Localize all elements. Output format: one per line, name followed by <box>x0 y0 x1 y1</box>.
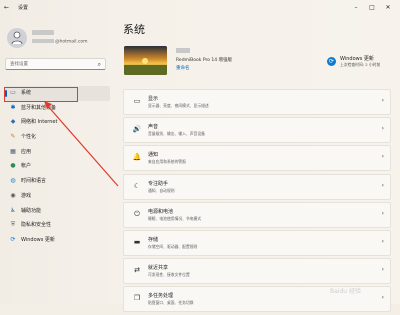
update-icon: ⟳ <box>327 57 336 66</box>
sidebar-item-time-language[interactable]: ◍ 时间和语言 <box>5 174 110 189</box>
windows-update-title[interactable]: Windows 更新 <box>340 55 374 62</box>
sidebar-item-label: 帐户 <box>21 163 32 170</box>
sidebar-item-apps[interactable]: ▦ 应用 <box>5 145 110 160</box>
window-title: 设置 <box>18 5 29 11</box>
back-button[interactable]: ← <box>4 0 9 16</box>
card-notifications[interactable]: 🔔 通知 来自应用和系统的警报 › <box>123 145 391 172</box>
chevron-right-icon: › <box>381 266 384 274</box>
brush-icon: ✎ <box>10 133 16 141</box>
card-display[interactable]: ▭ 显示 显示器、亮度、夜间模式、显示描述 › <box>123 89 391 115</box>
storage-icon: ▬ <box>133 237 141 246</box>
globe-icon: ◍ <box>10 177 16 185</box>
sidebar-item-gaming[interactable]: ◉ 游戏 <box>5 189 110 204</box>
sidebar-item-label: 应用 <box>21 148 32 155</box>
shield-icon: ⛨ <box>10 221 16 229</box>
chevron-right-icon: › <box>381 97 384 104</box>
search-input[interactable]: 查找设置 ⌕ <box>5 58 106 70</box>
user-icon <box>11 31 23 45</box>
gamepad-icon: ◉ <box>10 191 16 199</box>
device-wallpaper-thumbnail <box>124 46 167 75</box>
minimize-button[interactable]: – <box>348 0 364 16</box>
sidebar-item-personalization[interactable]: ✎ 个性化 <box>5 130 110 145</box>
card-title: 就近共享 <box>148 265 169 272</box>
share-icon: ⇄ <box>134 266 140 275</box>
card-title: 多任务处理 <box>148 293 174 300</box>
annotation-highlight-box <box>4 87 78 102</box>
sidebar-nav: ▭ 系统 ✱ 蓝牙和其他设备 ◆ 网络和 Internet ✎ 个性化 ▦ 应用… <box>5 86 110 248</box>
email-suffix: @hotmail.com <box>55 39 88 45</box>
email-redaction <box>32 39 54 43</box>
card-title: 专注助手 <box>148 180 169 187</box>
chevron-right-icon: › <box>381 237 384 245</box>
card-title: 显示 <box>148 96 159 102</box>
chevron-right-icon: › <box>381 209 384 217</box>
profile-email: @hotmail.com <box>32 39 88 45</box>
chevron-right-icon: › <box>381 181 384 189</box>
card-nearby-sharing[interactable]: ⇄ 就近共享 可发现性、接收文件位置 › <box>123 258 391 285</box>
card-subtitle: 通知、自动规则 <box>148 187 175 193</box>
sidebar-item-privacy[interactable]: ⛨ 隐私和安全性 <box>5 218 110 233</box>
rename-link[interactable]: 重命名 <box>176 65 190 71</box>
card-title: 通知 <box>148 152 159 159</box>
chevron-right-icon: › <box>381 294 384 302</box>
card-power-battery[interactable]: ⏻ 电源和电池 睡眠、电池使用情况、节电模式 › <box>123 201 391 228</box>
avatar[interactable] <box>7 28 27 48</box>
card-subtitle: 显示器、亮度、夜间模式、显示描述 <box>148 103 209 108</box>
account-icon: ● <box>10 162 16 170</box>
maximize-button[interactable]: □ <box>364 0 380 16</box>
sidebar-item-label: 辅助功能 <box>21 207 42 214</box>
sidebar-item-label: 游戏 <box>21 192 32 199</box>
sidebar-item-accounts[interactable]: ● 帐户 <box>5 159 110 174</box>
card-subtitle: 来自应用和系统的警报 <box>148 159 186 165</box>
sidebar-item-label: 网络和 Internet <box>21 119 58 126</box>
device-name-redacted <box>176 48 190 53</box>
sidebar-item-label: 时间和语言 <box>21 178 47 185</box>
update-icon: ⟳ <box>10 235 16 243</box>
search-icon: ⌕ <box>97 61 101 68</box>
sidebar: @hotmail.com 查找设置 ⌕ ▭ 系统 ✱ 蓝牙和其他设备 ◆ 网络和… <box>0 16 116 304</box>
chevron-right-icon: › <box>381 125 384 133</box>
bluetooth-icon: ✱ <box>10 103 16 111</box>
card-sound[interactable]: 🔊 声音 音量级别、输出、输入、声音设备 › <box>123 117 391 144</box>
card-title: 声音 <box>148 124 159 131</box>
card-subtitle: 存储空间、驱动器、配置规则 <box>148 243 198 249</box>
title-bar: ← 设置 – □ ✕ <box>0 0 400 16</box>
sidebar-item-network[interactable]: ◆ 网络和 Internet <box>5 115 110 130</box>
speaker-icon: 🔊 <box>132 125 142 134</box>
accessibility-icon: ♿ <box>10 206 16 214</box>
profile-name-redacted <box>32 30 54 35</box>
bell-icon: 🔔 <box>132 153 142 162</box>
search-placeholder: 查找设置 <box>10 62 28 67</box>
page-title: 系统 <box>123 23 145 36</box>
card-title: 存储 <box>148 236 159 243</box>
close-button[interactable]: ✕ <box>380 0 396 16</box>
sidebar-item-label: 个性化 <box>21 134 37 141</box>
sidebar-item-label: 蓝牙和其他设备 <box>21 104 57 111</box>
card-subtitle: 音量级别、输出、输入、声音设备 <box>148 131 205 137</box>
sidebar-item-label: Windows 更新 <box>21 236 55 243</box>
network-icon: ◆ <box>10 118 16 126</box>
monitor-icon: ▭ <box>133 97 141 105</box>
chevron-right-icon: › <box>381 153 384 161</box>
card-title: 电源和电池 <box>148 208 174 215</box>
sidebar-item-accessibility[interactable]: ♿ 辅助功能 <box>5 204 110 219</box>
moon-icon: ☾ <box>133 181 141 190</box>
card-focus-assist[interactable]: ☾ 专注助手 通知、自动规则 › <box>123 173 391 200</box>
card-subtitle: 贴靠窗口、桌面、任务切换 <box>148 300 194 306</box>
watermark: Baidu 经验 <box>330 288 361 295</box>
card-subtitle: 可发现性、接收文件位置 <box>148 272 190 278</box>
sidebar-item-label: 隐私和安全性 <box>21 222 52 229</box>
device-model: RedmiBook Pro 14 增强版 <box>176 58 233 63</box>
settings-cards: ▭ 显示 显示器、亮度、夜间模式、显示描述 › 🔊 声音 音量级别、输出、输入、… <box>123 89 391 315</box>
windows-update-subtitle: 上次检查时间: 2 小时前 <box>340 62 381 67</box>
settings-window: ← 设置 – □ ✕ @hotmail.com 查找设置 ⌕ ▭ 系统 ✱ 蓝牙… <box>0 0 400 313</box>
power-icon: ⏻ <box>134 209 140 218</box>
multitask-icon: ❐ <box>133 294 141 303</box>
card-storage[interactable]: ▬ 存储 存储空间、驱动器、配置规则 › <box>123 229 391 256</box>
sidebar-item-bluetooth[interactable]: ✱ 蓝牙和其他设备 <box>5 101 110 116</box>
sidebar-item-windows-update[interactable]: ⟳ Windows 更新 <box>5 233 110 248</box>
apps-icon: ▦ <box>10 147 16 155</box>
card-subtitle: 睡眠、电池使用情况、节电模式 <box>148 215 202 221</box>
